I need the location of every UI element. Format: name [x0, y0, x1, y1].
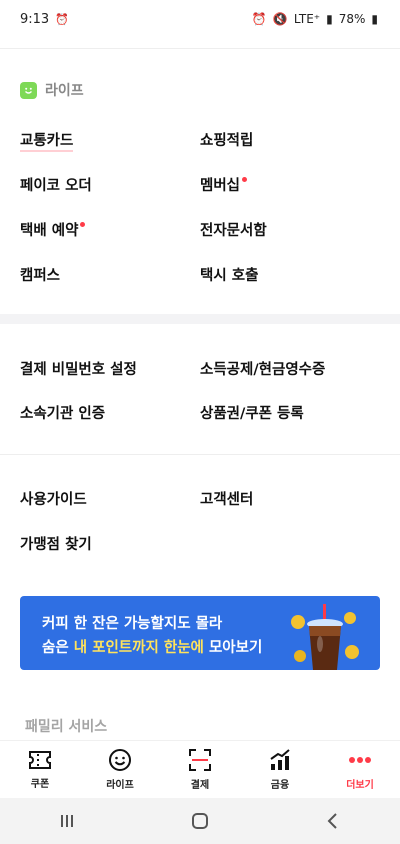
- help-item-label: 사용가이드: [20, 492, 87, 508]
- life-item-payco-order[interactable]: 페이코 오더: [20, 174, 92, 195]
- nav-label-pay: 결제: [190, 780, 210, 791]
- nav-tab-finance[interactable]: 금융: [240, 741, 320, 798]
- recent-apps-icon[interactable]: [57, 811, 77, 831]
- section-divider-thin: [0, 454, 400, 455]
- life-item-e-document[interactable]: 전자문서함: [200, 219, 267, 240]
- coffee-cup-illustration: [291, 604, 359, 670]
- banner-line1: 커피 한 잔은 가능할지도 몰라: [42, 616, 223, 632]
- network-indicator: LTE⁺: [293, 12, 321, 26]
- life-item-shopping-rewards[interactable]: 쇼핑적립: [200, 129, 253, 150]
- life-item-label: 쇼핑적립: [200, 133, 254, 149]
- ticket-icon: [29, 751, 51, 769]
- nav-label-coupon: 쿠폰: [30, 779, 50, 790]
- life-item-label: 멤버십: [200, 178, 241, 194]
- help-item-customer-center[interactable]: 고객센터: [200, 488, 253, 509]
- family-services-title: 패밀리 서비스: [25, 719, 108, 735]
- battery-percent: 78%: [338, 12, 366, 26]
- life-section-header: 라이프: [20, 80, 84, 100]
- settings-item-cash-receipt[interactable]: 소득공제/현금영수증: [200, 358, 325, 379]
- banner-line2-suffix: 모아보기: [203, 640, 263, 656]
- signal-icon: ▮: [326, 12, 333, 26]
- new-badge-dot: [242, 177, 248, 182]
- status-right: ⏰ 🔇 LTE⁺ ▮ 78% ▮: [252, 12, 378, 26]
- mute-icon: 🔇: [272, 12, 288, 26]
- chart-icon: [270, 749, 290, 770]
- life-item-label: 택배 예약: [20, 223, 79, 239]
- life-item-campus[interactable]: 캠퍼스: [20, 264, 60, 285]
- bottom-nav: 쿠폰 라이프 결제 금융 더보기: [0, 740, 400, 798]
- help-item-label: 고객센터: [200, 492, 254, 508]
- banner-line2: 숨은 내 포인트까지 한눈에 모아보기: [42, 636, 262, 657]
- smile-icon: [109, 749, 131, 771]
- settings-item-label: 상품권/쿠폰 등록: [200, 406, 304, 422]
- nav-label-more: 더보기: [346, 780, 374, 791]
- alarm-icon: ⏰: [55, 12, 69, 26]
- banner-line2-prefix: 숨은: [42, 640, 74, 656]
- alarm-clock-icon: ⏰: [251, 12, 267, 26]
- settings-item-org-auth[interactable]: 소속기관 인증: [20, 402, 105, 423]
- life-item-parcel-booking[interactable]: 택배 예약: [20, 219, 86, 240]
- life-item-label: 캠퍼스: [20, 268, 61, 284]
- life-item-transit-card[interactable]: 교통카드: [20, 129, 74, 152]
- settings-item-label: 소속기관 인증: [20, 406, 106, 422]
- banner-line2-highlight: 내 포인트까지 한눈에: [73, 640, 204, 656]
- scan-icon: [189, 749, 211, 771]
- status-bar: 9:13 ⏰ ⏰ 🔇 LTE⁺ ▮ 78% ▮: [0, 0, 400, 38]
- life-item-membership[interactable]: 멤버십: [200, 174, 248, 195]
- help-item-user-guide[interactable]: 사용가이드: [20, 488, 87, 509]
- life-item-label: 교통카드: [20, 133, 74, 152]
- battery-icon: ▮: [371, 12, 378, 26]
- nav-label-finance: 금융: [270, 780, 290, 791]
- settings-item-label: 소득공제/현금영수증: [200, 362, 326, 378]
- nav-label-life: 라이프: [106, 780, 134, 791]
- life-item-label: 택시 호출: [200, 268, 259, 284]
- settings-item-payment-password[interactable]: 결제 비밀번호 설정: [20, 358, 137, 379]
- status-time: 9:13: [20, 11, 50, 27]
- more-icon: [349, 757, 371, 763]
- settings-item-giftcard-coupon[interactable]: 상품권/쿠폰 등록: [200, 402, 304, 423]
- nav-tab-more[interactable]: 더보기: [320, 741, 400, 798]
- nav-tab-coupon[interactable]: 쿠폰: [0, 741, 80, 798]
- system-nav-bar: [0, 798, 400, 844]
- home-icon[interactable]: [190, 811, 210, 831]
- life-item-label: 전자문서함: [200, 223, 267, 239]
- new-badge-dot: [80, 222, 86, 227]
- points-promo-banner[interactable]: 커피 한 잔은 가능할지도 몰라 숨은 내 포인트까지 한눈에 모아보기: [20, 596, 380, 670]
- life-smile-icon: [20, 81, 37, 99]
- life-section-title: 라이프: [45, 83, 84, 99]
- section-divider: [0, 314, 400, 324]
- nav-tab-life[interactable]: 라이프: [80, 741, 160, 798]
- status-left: 9:13 ⏰: [20, 12, 69, 27]
- help-item-label: 가맹점 찾기: [20, 537, 92, 553]
- life-item-taxi-call[interactable]: 택시 호출: [200, 264, 258, 285]
- help-item-store-finder[interactable]: 가맹점 찾기: [20, 533, 92, 554]
- life-item-label: 페이코 오더: [20, 178, 92, 194]
- back-icon[interactable]: [323, 811, 343, 831]
- nav-tab-pay[interactable]: 결제: [160, 741, 240, 798]
- settings-item-label: 결제 비밀번호 설정: [20, 362, 137, 378]
- status-divider: [0, 48, 400, 49]
